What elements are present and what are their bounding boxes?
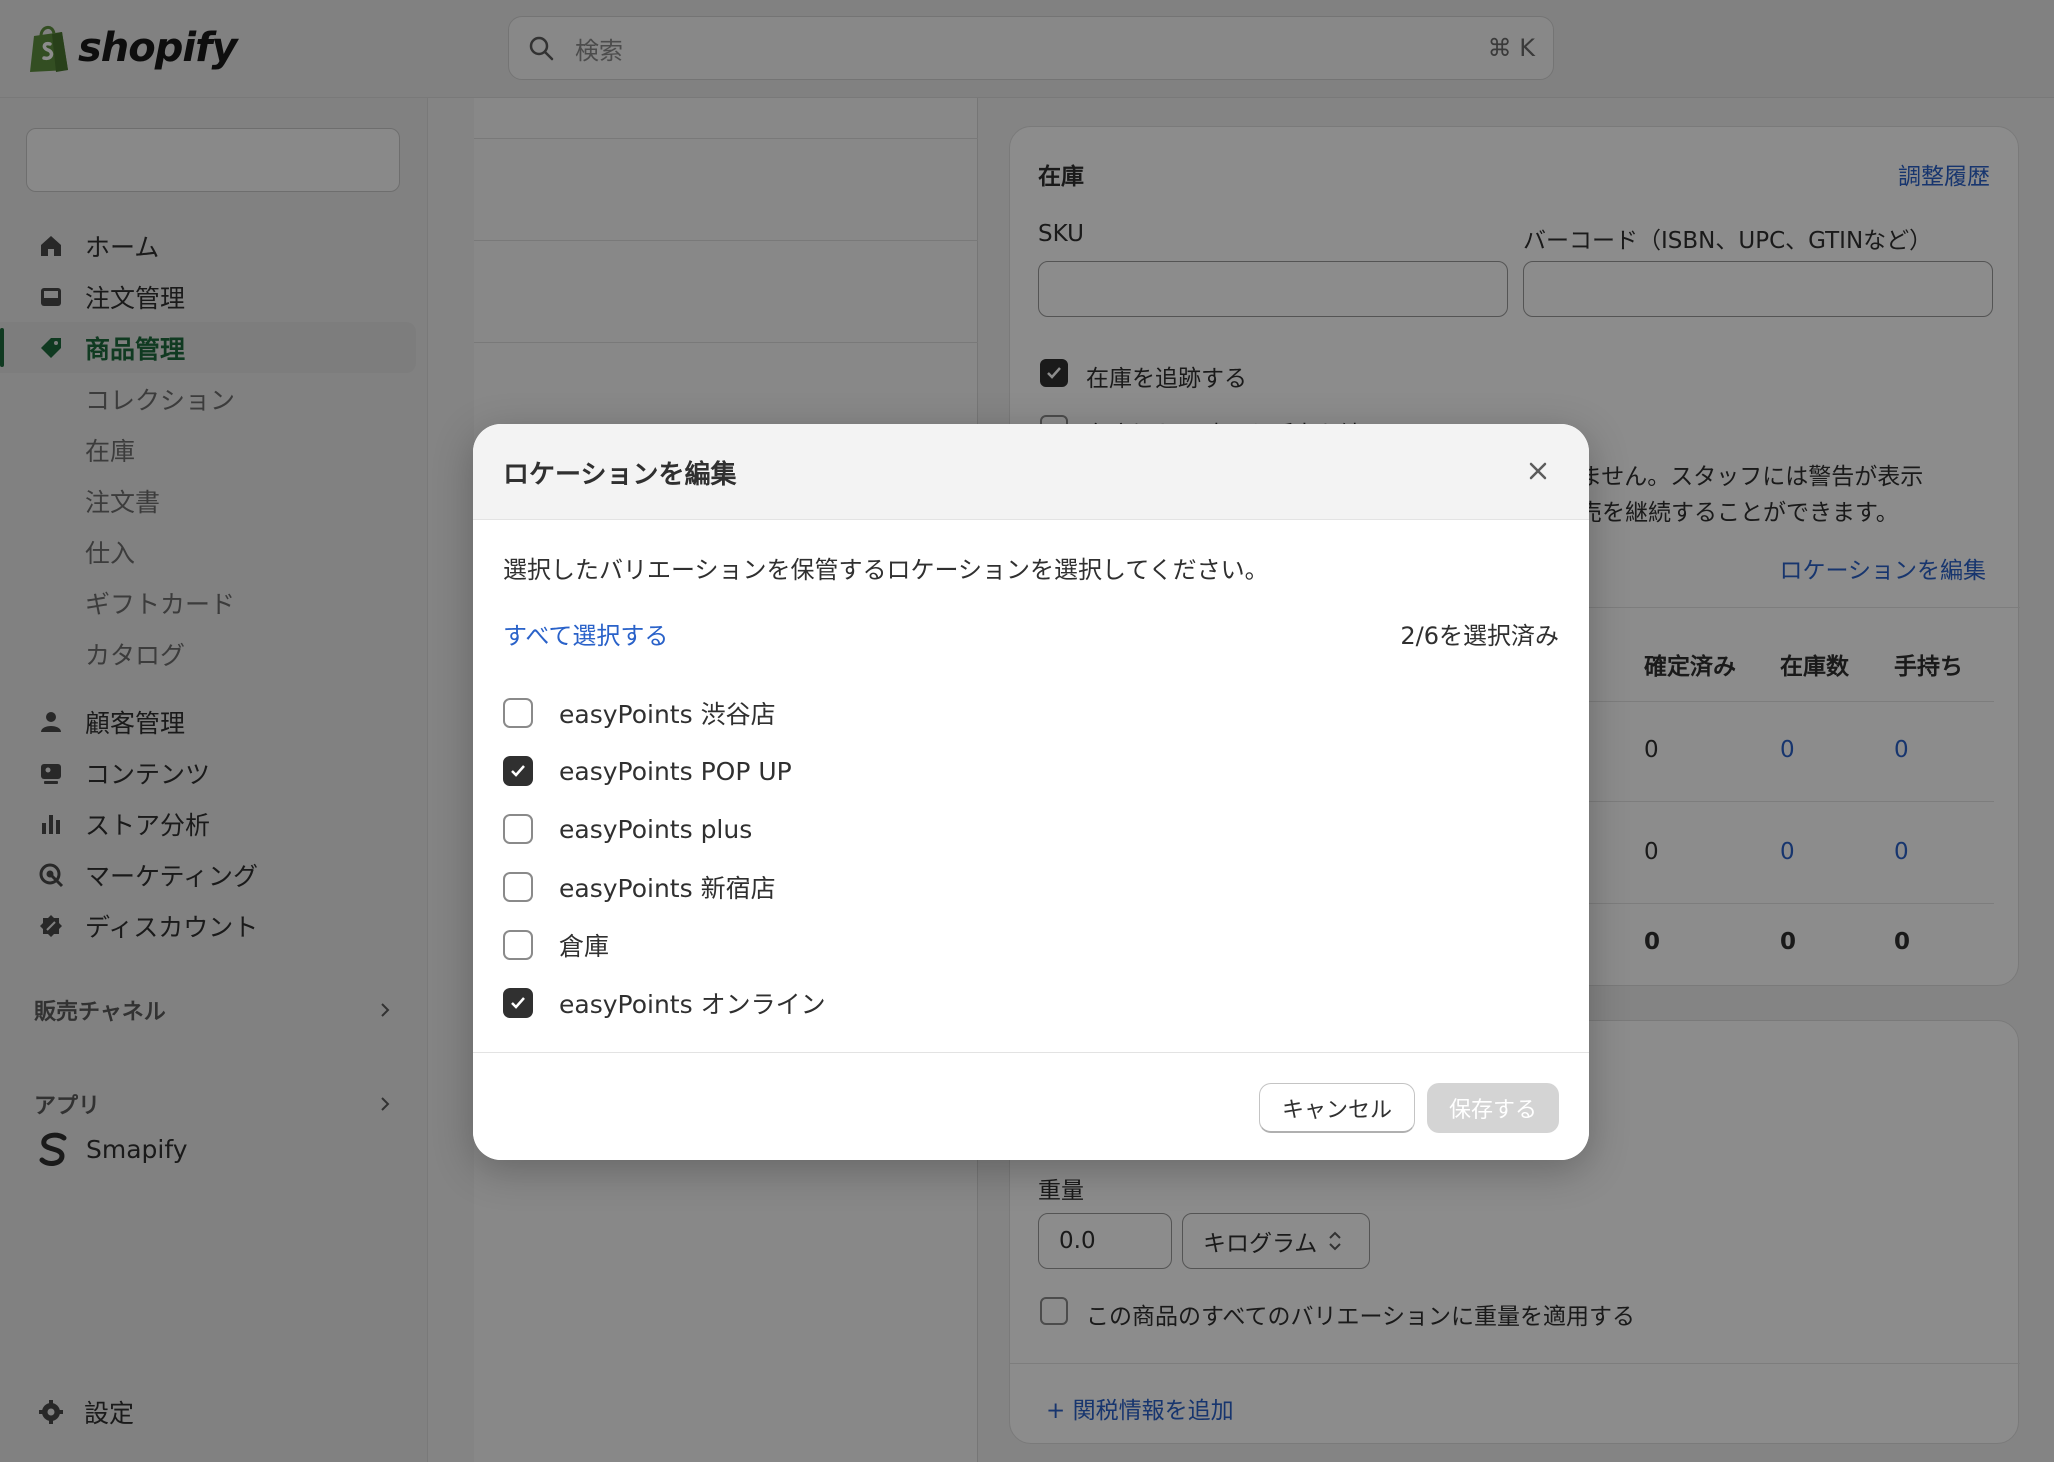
modal-description: 選択したバリエーションを保管するロケーションを選択してください。 xyxy=(503,556,1269,584)
location-label: easyPoints 新宿店 xyxy=(559,874,776,903)
select-all-link[interactable]: すべて選択する xyxy=(503,616,668,651)
location-checkbox[interactable] xyxy=(503,872,533,902)
modal-title: ロケーションを編集 xyxy=(503,460,737,490)
location-item[interactable]: easyPoints 新宿店 xyxy=(503,858,826,916)
location-checkbox[interactable] xyxy=(503,756,533,786)
cancel-button[interactable]: キャンセル xyxy=(1258,1083,1415,1133)
location-checkbox[interactable] xyxy=(503,814,533,844)
location-item[interactable]: easyPoints 渋谷店 xyxy=(503,684,826,742)
location-checkbox[interactable] xyxy=(503,930,533,960)
modal-footer: キャンセル 保存する xyxy=(473,1052,1589,1160)
location-item[interactable]: easyPoints plus xyxy=(503,800,826,858)
location-label: easyPoints オンライン xyxy=(559,990,826,1019)
location-checkbox[interactable] xyxy=(503,988,533,1018)
selected-count: 2/6を選択済み xyxy=(1400,622,1559,650)
checkmark-icon xyxy=(511,997,525,1009)
location-label: easyPoints POP UP xyxy=(559,756,792,786)
save-button[interactable]: 保存する xyxy=(1426,1083,1559,1133)
location-item[interactable]: easyPoints POP UP xyxy=(503,742,826,800)
location-label: 倉庫 xyxy=(559,932,610,961)
location-list: easyPoints 渋谷店 easyPoints POP UP easyPoi… xyxy=(503,684,826,1032)
location-label: easyPoints 渋谷店 xyxy=(559,700,776,729)
location-item[interactable]: 倉庫 xyxy=(503,916,826,974)
location-label: easyPoints plus xyxy=(559,814,753,844)
edit-locations-modal: ロケーションを編集 選択したバリエーションを保管するロケーションを選択してくださ… xyxy=(473,424,1589,1160)
location-checkbox[interactable] xyxy=(503,698,533,728)
checkmark-icon xyxy=(511,765,525,777)
modal-header: ロケーションを編集 xyxy=(473,424,1589,520)
location-item[interactable]: easyPoints オンライン xyxy=(503,974,826,1032)
close-icon[interactable] xyxy=(1527,460,1549,482)
